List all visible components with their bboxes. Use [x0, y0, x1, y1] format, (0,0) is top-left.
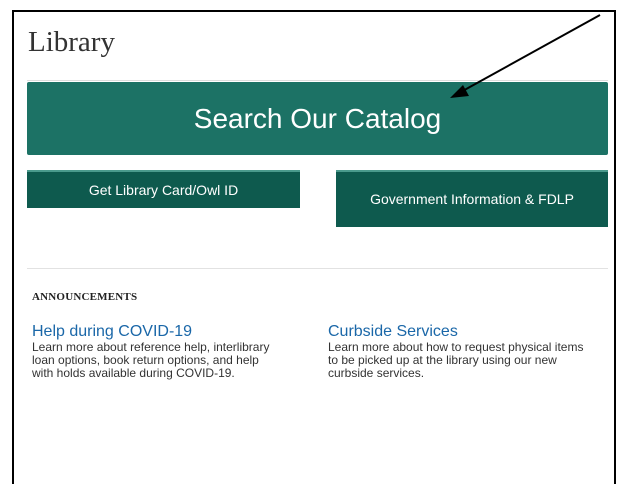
announcement-curbside-link[interactable]: Curbside Services: [328, 322, 588, 341]
announcement-curbside: Curbside Services Learn more about how t…: [328, 322, 588, 380]
search-catalog-button[interactable]: Search Our Catalog: [27, 82, 608, 155]
title-divider: [27, 80, 608, 81]
section-divider: [27, 268, 608, 269]
announcement-covid: Help during COVID-19 Learn more about re…: [32, 322, 272, 380]
announcements-heading: ANNOUNCEMENTS: [32, 291, 138, 303]
announcement-covid-description: Learn more about reference help, interli…: [32, 340, 270, 380]
library-card-button[interactable]: Get Library Card/Owl ID: [27, 170, 300, 208]
announcement-curbside-description: Learn more about how to request physical…: [328, 340, 584, 380]
government-information-button[interactable]: Government Information & FDLP: [336, 170, 608, 227]
announcement-covid-link[interactable]: Help during COVID-19: [32, 322, 272, 341]
page-title: Library: [28, 26, 115, 58]
